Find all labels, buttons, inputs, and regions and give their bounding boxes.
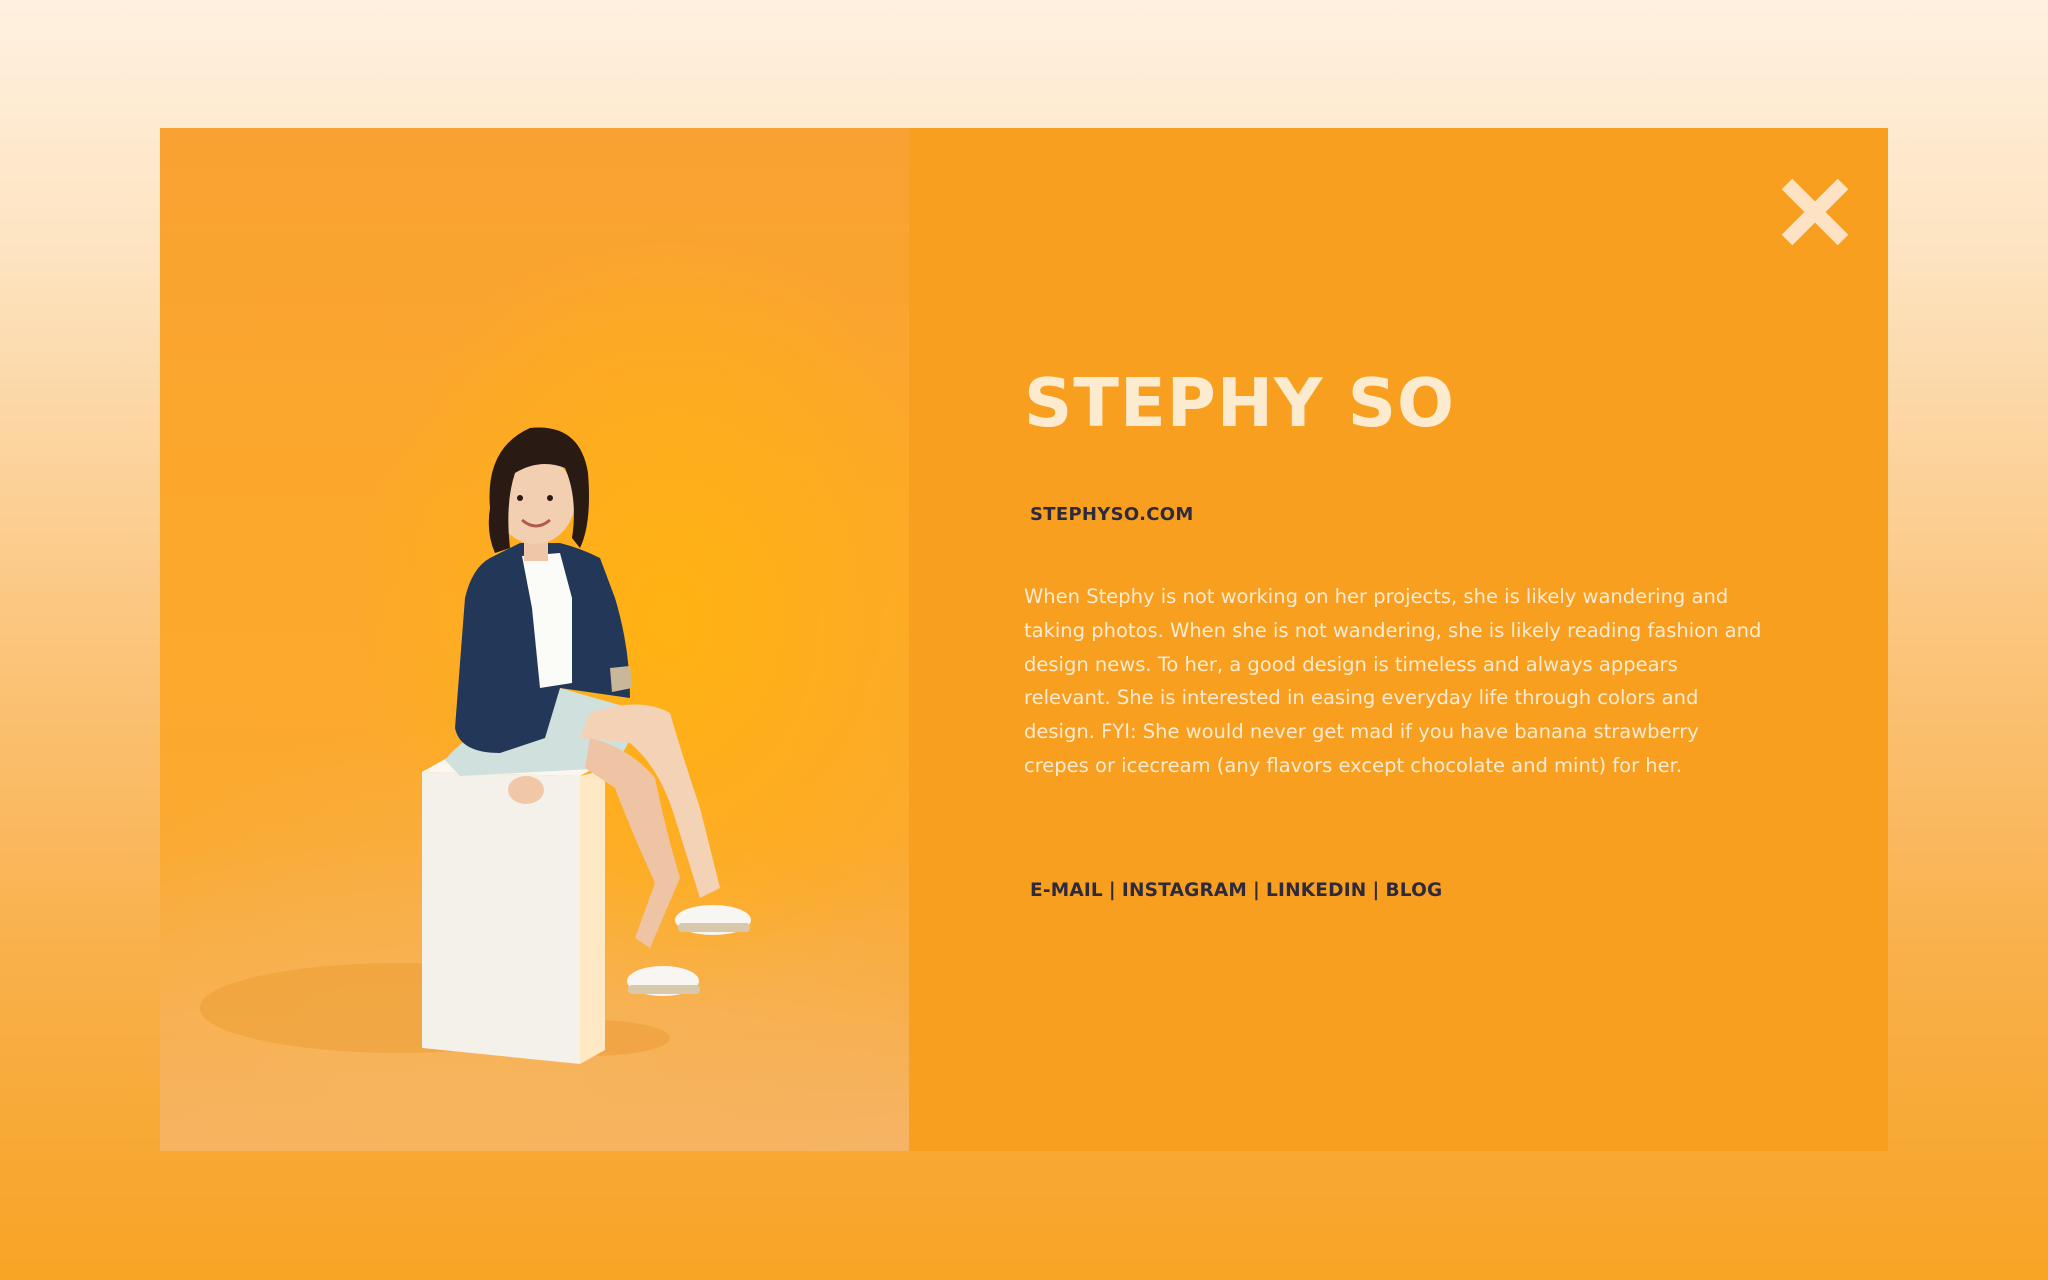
link-separator: | [1253,880,1261,901]
close-x-icon [1781,178,1849,246]
social-links: E-MAIL | INSTAGRAM | LINKEDIN | BLOG [1030,880,1442,901]
profile-modal: STEPHY SO STEPHYSO.COM When Stephy is no… [160,128,1888,1151]
profile-bio: When Stephy is not working on her projec… [1024,585,1762,777]
link-separator: | [1108,880,1116,901]
profile-info-panel: STEPHY SO STEPHYSO.COM When Stephy is no… [909,128,1888,1151]
blog-link[interactable]: BLOG [1385,880,1442,901]
email-link[interactable]: E-MAIL [1030,880,1103,901]
profile-name: STEPHY SO [1024,364,1455,442]
portrait-illustration [200,427,751,1064]
profile-photo [160,128,909,1151]
instagram-link[interactable]: INSTAGRAM [1122,880,1247,901]
website-link[interactable]: STEPHYSO.COM [1030,504,1194,525]
close-button[interactable] [1777,174,1853,250]
linkedin-link[interactable]: LINKEDIN [1266,880,1366,901]
link-separator: | [1372,880,1380,901]
